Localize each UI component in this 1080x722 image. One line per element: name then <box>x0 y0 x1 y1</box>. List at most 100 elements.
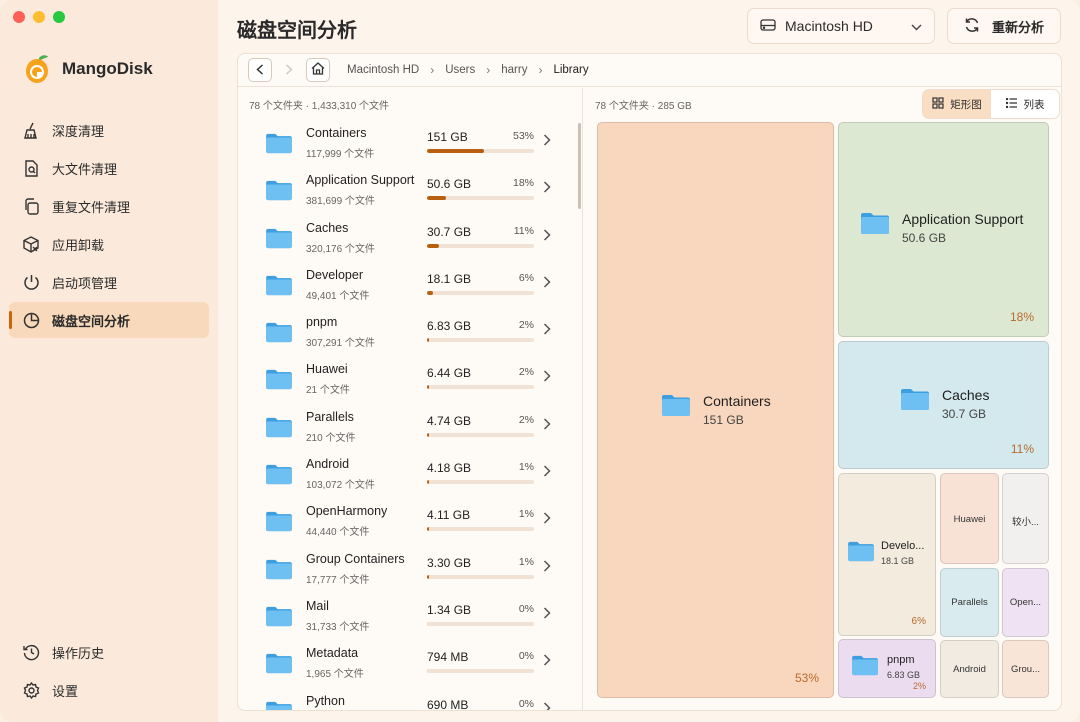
list-item[interactable]: Developer 49,401 个文件 18.1 GB 6% <box>238 262 578 309</box>
broom-icon <box>23 122 40 139</box>
list-scrollbar[interactable] <box>578 123 581 209</box>
list-item[interactable]: Caches 320,176 个文件 30.7 GB 11% <box>238 215 578 262</box>
treemap-tile-parallels[interactable]: Parallels <box>940 568 999 637</box>
list-item[interactable]: Group Containers 17,777 个文件 3.30 GB 1% <box>238 546 578 593</box>
treemap-tile-huawei[interactable]: Huawei <box>940 473 999 564</box>
treemap-tile-application-support[interactable]: Application Support 50.6 GB 18% <box>838 122 1049 337</box>
file-count: 117,999 个文件 <box>306 149 375 160</box>
chevron-right-icon[interactable] <box>543 465 551 480</box>
folder-icon <box>265 558 293 583</box>
chevron-left-icon <box>256 63 264 78</box>
home-button[interactable] <box>306 58 330 82</box>
chevron-right-icon[interactable] <box>543 654 551 669</box>
tile-name: 较小... <box>1012 517 1039 528</box>
chevron-right-icon[interactable] <box>543 276 551 291</box>
list-item[interactable]: Application Support 381,699 个文件 50.6 GB 18% <box>238 167 578 214</box>
breadcrumb-item[interactable]: harry <box>501 64 527 76</box>
tile-size: 50.6 GB <box>902 231 947 245</box>
list-item[interactable]: Metadata 1,965 个文件 794 MB 0% <box>238 640 578 687</box>
usage-bar-fill <box>427 290 434 295</box>
sidebar-item-deep-clean[interactable]: 深度清理 <box>9 112 209 148</box>
treemap-tile-pnpm[interactable]: pnpm 6.83 GB 2% <box>838 639 936 698</box>
folder-icon <box>265 274 293 299</box>
zoom-window-button[interactable] <box>53 11 65 23</box>
chevron-right-icon[interactable] <box>543 702 551 710</box>
list-item[interactable]: Android 103,072 个文件 4.18 GB 1% <box>238 451 578 498</box>
folder-size: 690 MB <box>427 697 469 711</box>
folder-size: 4.74 GB <box>427 413 472 428</box>
tab-treemap[interactable]: 矩形图 <box>923 90 991 118</box>
rescan-button[interactable]: 重新分析 <box>947 8 1061 44</box>
grid-icon <box>932 96 944 112</box>
drive-select[interactable]: Macintosh HD <box>747 8 935 44</box>
breadcrumb-current[interactable]: Library <box>553 64 588 76</box>
treemap-tile-developer[interactable]: Develo... 18.1 GB 6% <box>838 473 936 636</box>
sidebar-item-disk-analysis[interactable]: 磁盘空间分析 <box>9 302 209 338</box>
package-remove-icon <box>23 235 40 253</box>
sidebar-item-history[interactable]: 操作历史 <box>9 634 209 670</box>
sidebar-item-label: 磁盘空间分析 <box>52 313 131 329</box>
app-window: MangoDisk 深度清理 大文件清理 重复文件清理 应用卸载 启动项管理 磁… <box>0 0 1080 722</box>
brand: MangoDisk <box>24 54 153 84</box>
treemap-tile-smaller-items[interactable]: 较小... <box>1002 473 1049 564</box>
chevron-right-icon[interactable] <box>543 229 551 244</box>
usage-bar <box>427 385 534 390</box>
tile-name: Application Support <box>902 211 1024 227</box>
sidebar-item-large-files[interactable]: 大文件清理 <box>9 150 209 186</box>
treemap-tile-containers[interactable]: Containers 151 GB 53% <box>597 122 834 698</box>
tab-list[interactable]: 列表 <box>991 90 1059 118</box>
tile-size: 18.1 GB <box>881 556 915 566</box>
chevron-down-icon <box>911 18 922 34</box>
usage-bar-fill <box>427 338 430 343</box>
close-window-button[interactable] <box>13 11 25 23</box>
folder-size: 151 GB <box>427 130 468 144</box>
list-item[interactable]: Parallels 210 个文件 4.74 GB 2% <box>238 404 578 451</box>
sidebar-item-settings[interactable]: 设置 <box>9 672 209 708</box>
chevron-right-icon[interactable] <box>543 181 551 196</box>
list-item[interactable]: Huawei 21 个文件 6.44 GB 2% <box>238 356 578 403</box>
usage-bar <box>427 480 534 485</box>
tile-content: Containers 151 GB <box>661 393 771 427</box>
list-item[interactable]: Containers 117,999 个文件 151 GB 53% <box>238 120 578 167</box>
file-count: 381,699 个文件 <box>306 196 375 208</box>
list-item[interactable]: pnpm 307,291 个文件 6.83 GB 2% <box>238 309 578 356</box>
sidebar-item-label: 启动项管理 <box>52 275 118 291</box>
list-item[interactable]: Python 690 MB 0% <box>238 688 578 711</box>
path-bar: Macintosh HD › Users › harry › Library <box>238 54 1061 87</box>
folder-name: Metadata <box>306 646 359 661</box>
app-name: MangoDisk <box>62 59 153 78</box>
chevron-right-icon[interactable] <box>543 418 551 433</box>
treemap-tile-caches[interactable]: Caches 30.7 GB 11% <box>838 341 1049 469</box>
chevron-right-icon[interactable] <box>543 370 551 385</box>
chevron-right-icon[interactable] <box>543 512 551 527</box>
list-item[interactable]: OpenHarmony 44,440 个文件 4.11 GB 1% <box>238 498 578 545</box>
breadcrumb-item[interactable]: Macintosh HD <box>347 64 419 76</box>
forward-button[interactable] <box>277 58 301 82</box>
folder-percent: 0% <box>518 602 534 615</box>
sidebar-item-label: 深度清理 <box>52 123 105 139</box>
back-button[interactable] <box>248 58 272 82</box>
chevron-right-icon[interactable] <box>543 134 551 149</box>
usage-bar <box>427 290 534 295</box>
chevron-right-icon[interactable] <box>543 323 551 338</box>
tile-name: Parallels <box>951 597 988 608</box>
minimize-window-button[interactable] <box>33 11 45 23</box>
sidebar-item-uninstall[interactable]: 应用卸载 <box>9 226 209 262</box>
treemap-tile-group-containers[interactable]: Grou... <box>1002 640 1049 698</box>
folder-icon <box>860 211 890 245</box>
sidebar-item-duplicates[interactable]: 重复文件清理 <box>9 188 209 224</box>
chevron-right-icon[interactable] <box>543 607 551 622</box>
breadcrumb-item[interactable]: Users <box>445 64 475 76</box>
folder-name: Caches <box>306 220 349 235</box>
treemap-tile-openharmony[interactable]: Open... <box>1002 568 1049 637</box>
usage-bar <box>427 527 534 532</box>
usage-bar-fill <box>427 621 429 626</box>
sidebar-item-label: 设置 <box>52 683 79 699</box>
file-count: 44,440 个文件 <box>306 527 370 539</box>
sidebar-item-startup[interactable]: 启动项管理 <box>9 264 209 300</box>
list-item[interactable]: Mail 31,733 个文件 1.34 GB 0% <box>238 593 578 640</box>
chevron-right-icon[interactable] <box>543 560 551 575</box>
folder-list: Containers 117,999 个文件 151 GB 53% Applicatio… <box>238 120 578 711</box>
folder-icon <box>265 179 293 204</box>
treemap-tile-android[interactable]: Android <box>940 640 999 698</box>
